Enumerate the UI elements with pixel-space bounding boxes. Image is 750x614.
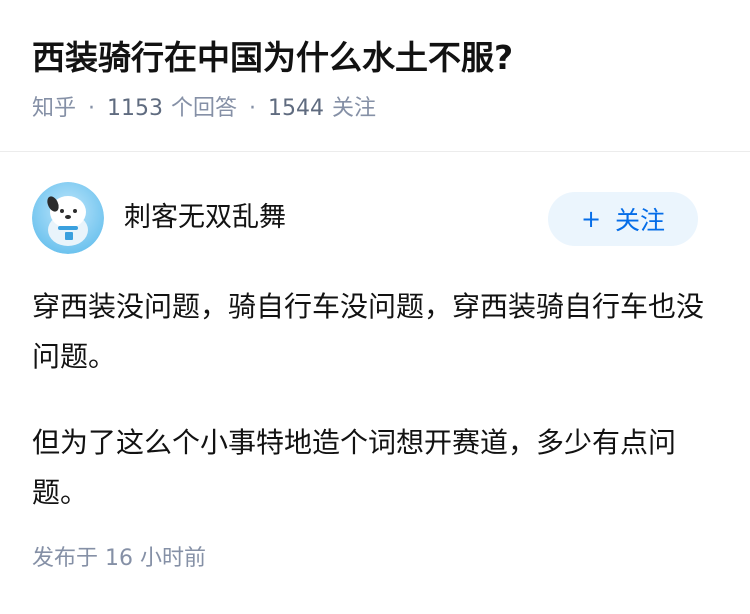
avatar[interactable]	[32, 182, 104, 254]
follow-button-label: 关注	[615, 206, 666, 235]
separator-dot: ·	[88, 96, 96, 121]
answer-paragraph: 穿西装没问题，骑自行车没问题，穿西装骑自行车也没问题。	[32, 290, 705, 373]
publish-time: 发布于 16 小时前	[32, 544, 206, 574]
separator-dot: ·	[249, 96, 257, 121]
publish-label: 发布于	[32, 546, 99, 571]
question-header: 西装骑行在中国为什么水土不服? 知乎 · 1153 个回答 · 1544 关注	[0, 0, 750, 152]
avatar-image	[32, 182, 104, 254]
author-name[interactable]: 刺客无双乱舞	[124, 200, 286, 236]
answer-paragraph: 但为了这么个小事特地造个词想开赛道，多少有点问题。	[32, 426, 677, 509]
plus-icon: +	[580, 205, 602, 233]
answer-content: 穿西装没问题，骑自行车没问题，穿西装骑自行车也没问题。 但为了这么个小事特地造个…	[32, 282, 722, 554]
follower-count-label: 关注	[332, 96, 377, 121]
publish-time-value: 16 小时前	[105, 546, 207, 571]
question-meta: 知乎 · 1153 个回答 · 1544 关注	[32, 94, 376, 124]
author-row: 刺客无双乱舞 + 关注	[0, 182, 750, 258]
answer-count-label[interactable]: 个回答	[171, 94, 237, 124]
zhihu-answer-page: 西装骑行在中国为什么水土不服? 知乎 · 1153 个回答 · 1544 关注	[0, 0, 750, 614]
source-label[interactable]: 知乎	[32, 94, 76, 124]
answer-count: 1153	[107, 96, 164, 121]
question-title[interactable]: 西装骑行在中国为什么水土不服?	[32, 36, 513, 80]
follower-count: 1544	[268, 96, 325, 121]
follow-button[interactable]: + 关注	[548, 192, 698, 246]
